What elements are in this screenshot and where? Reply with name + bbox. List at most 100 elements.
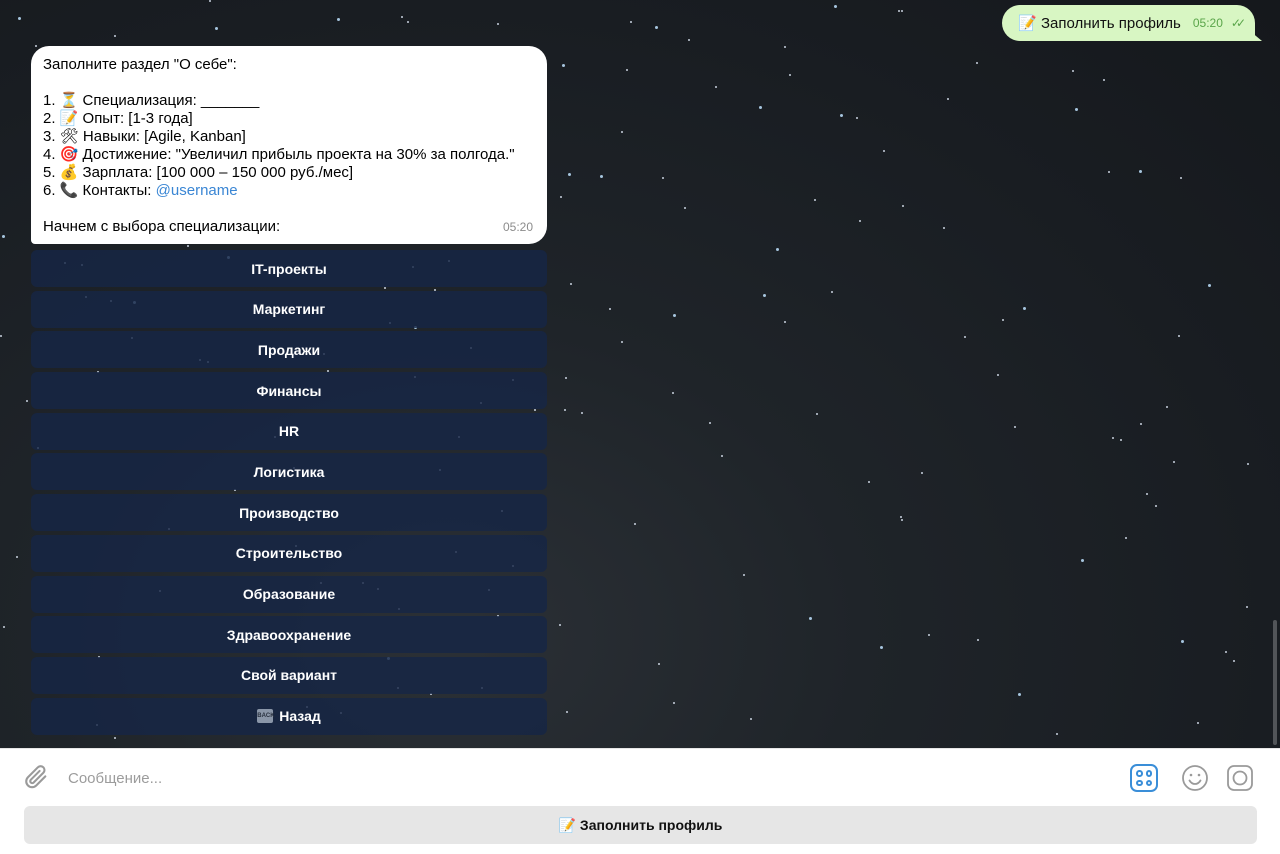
star [859, 220, 861, 222]
kb-button-construction[interactable]: Строительство [31, 534, 547, 572]
star [18, 17, 21, 20]
star [566, 711, 568, 713]
star [570, 283, 572, 285]
star [977, 639, 979, 641]
kb-button-production[interactable]: Производство [31, 494, 547, 532]
star [1146, 493, 1148, 495]
star [3, 626, 5, 628]
scrollbar[interactable] [1273, 620, 1277, 745]
reply-keyboard-button[interactable]: 📝 Заполнить профиль [24, 806, 1257, 844]
kb-button-back[interactable]: BACK Назад [31, 697, 547, 735]
star [621, 131, 623, 133]
star [743, 574, 745, 576]
star [759, 106, 762, 109]
bot-message[interactable]: Заполните раздел "О себе": 1. ⏳ Специали… [31, 46, 547, 244]
keyboard-dot [1136, 770, 1143, 777]
message-line: 2. 📝 Опыт: [1-3 года] [43, 110, 193, 127]
star [831, 291, 833, 293]
star [921, 472, 923, 474]
contact-label: 6. 📞 Контакты: [43, 182, 156, 199]
star [1178, 335, 1180, 337]
star [902, 205, 904, 207]
message-input[interactable] [68, 765, 1068, 791]
back-arrow-icon: BACK [257, 709, 275, 724]
star [900, 516, 902, 518]
star [1197, 722, 1199, 724]
outgoing-message-time: 05:20 [1192, 16, 1223, 30]
star [497, 23, 499, 25]
star [560, 196, 562, 198]
star [750, 718, 752, 720]
star [215, 27, 218, 30]
star [673, 314, 676, 317]
star [898, 10, 900, 12]
inline-keyboard: IT-проекты Маркетинг Продажи Финансы HR … [31, 250, 547, 738]
kb-button-logistics[interactable]: Логистика [31, 453, 547, 491]
emoji-icon[interactable] [1180, 763, 1210, 793]
star [609, 308, 611, 310]
star [0, 335, 2, 337]
star [880, 646, 883, 649]
keyboard-dot [1136, 779, 1143, 786]
bubble-tail [1250, 31, 1262, 41]
star [1018, 693, 1021, 696]
bot-message-time: 05:20 [502, 220, 533, 234]
star [187, 245, 189, 247]
message-line [43, 200, 535, 218]
star [715, 86, 717, 88]
star [658, 663, 660, 665]
star [1075, 108, 1078, 111]
kb-button-finance[interactable]: Финансы [31, 372, 547, 410]
star [1023, 307, 1026, 310]
star [1072, 70, 1074, 72]
star [947, 98, 949, 100]
star [901, 519, 903, 521]
paperclip-icon[interactable] [22, 763, 50, 791]
video-message-icon[interactable] [1226, 764, 1254, 792]
kb-button-it-projects[interactable]: IT-проекты [31, 250, 547, 287]
star [26, 400, 28, 402]
star [209, 0, 211, 2]
kb-button-custom[interactable]: Свой вариант [31, 656, 547, 694]
kb-button-marketing[interactable]: Маркетинг [31, 290, 547, 328]
outgoing-message[interactable]: 📝 Заполнить профиль 05:20 ✓✓ [1002, 5, 1262, 41]
star [997, 374, 999, 376]
keyboard-dot [1145, 770, 1152, 777]
star [856, 117, 858, 119]
star [901, 10, 903, 12]
star [1180, 177, 1182, 179]
star [763, 294, 766, 297]
star [655, 26, 658, 29]
star [562, 64, 565, 67]
star [816, 413, 818, 415]
message-line: Заполните раздел "О себе": [43, 56, 237, 73]
star [1140, 423, 1142, 425]
message-line: 4. 🎯 Достижение: "Увеличил прибыль проек… [43, 146, 515, 163]
star [673, 702, 675, 704]
kb-button-education[interactable]: Образование [31, 575, 547, 613]
star [1014, 426, 1016, 428]
star [883, 150, 885, 152]
username-link[interactable]: @username [156, 182, 238, 199]
star [943, 227, 945, 229]
star [834, 5, 837, 8]
star [809, 617, 812, 620]
back-button-label: Назад [279, 708, 321, 725]
keyboard-dot [1145, 779, 1152, 786]
star [630, 21, 632, 23]
star [964, 336, 966, 338]
outgoing-message-text: 📝 Заполнить профиль [1018, 15, 1181, 32]
message-line [43, 74, 535, 92]
message-line: 5. 💰 Зарплата: [100 000 – 150 000 руб./м… [43, 164, 354, 181]
kb-button-healthcare[interactable]: Здравоохранение [31, 616, 547, 654]
chat-area: 📝 Заполнить профиль 05:20 ✓✓ Заполните р… [0, 0, 1280, 748]
star [559, 624, 561, 626]
star [776, 248, 779, 251]
star [784, 321, 786, 323]
keyboard-toggle-icon[interactable] [1130, 764, 1158, 792]
kb-button-sales[interactable]: Продажи [31, 331, 547, 369]
star [1208, 284, 1211, 287]
kb-button-hr[interactable]: HR [31, 412, 547, 450]
star [401, 16, 403, 18]
star [568, 173, 571, 176]
